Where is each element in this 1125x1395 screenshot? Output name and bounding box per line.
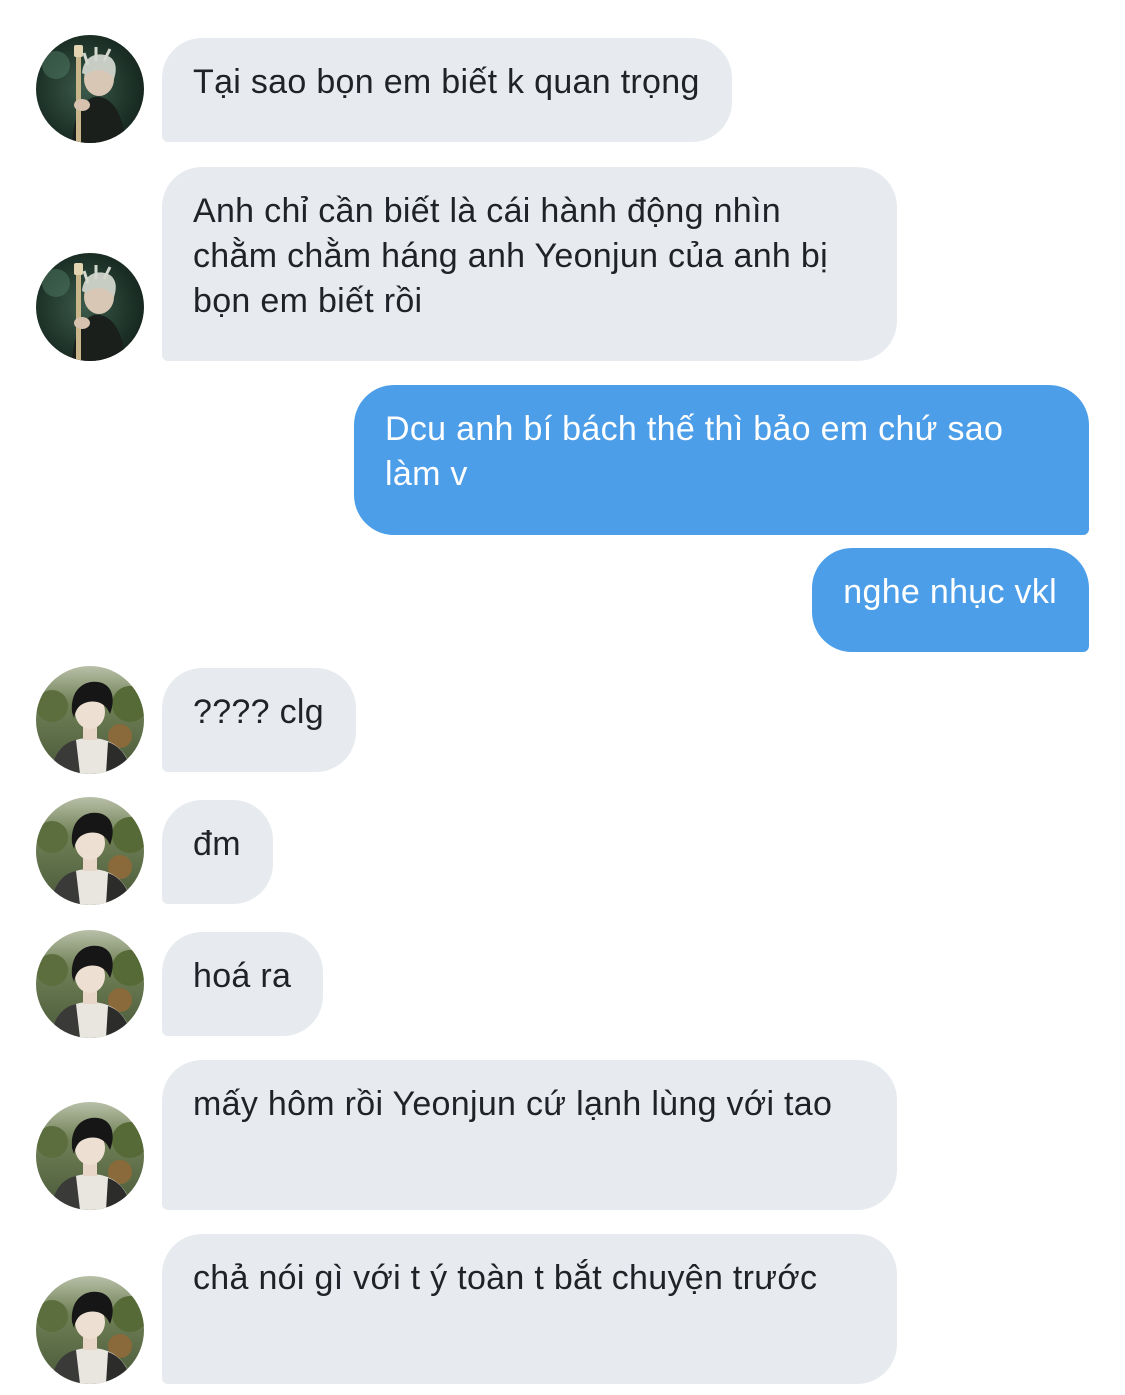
message-bubble-outgoing[interactable]: Dcu anh bí bách thế thì bảo em chứ sao l… <box>354 385 1089 535</box>
message-bubble-incoming[interactable]: hoá ra <box>162 932 324 1036</box>
avatar-portrait-icon <box>36 930 144 1038</box>
avatar[interactable] <box>36 797 144 905</box>
avatar-portrait-icon <box>36 1102 144 1210</box>
avatar-portrait-icon <box>36 666 144 774</box>
message-bubble-incoming[interactable]: Tại sao bọn em biết k quan trọng <box>162 38 732 142</box>
message-bubble-outgoing[interactable]: nghe nhục vkl <box>812 548 1089 652</box>
avatar-guitarist-icon <box>36 253 144 361</box>
avatar[interactable] <box>36 930 144 1038</box>
message-bubble-incoming[interactable]: đm <box>162 800 273 904</box>
avatar[interactable] <box>36 253 144 361</box>
message-bubble-incoming[interactable]: Anh chỉ cần biết là cái hành động nhìn c… <box>162 167 897 361</box>
avatar[interactable] <box>36 1276 144 1384</box>
avatar[interactable] <box>36 35 144 143</box>
avatar-portrait-icon <box>36 797 144 905</box>
avatar[interactable] <box>36 1102 144 1210</box>
message-bubble-incoming[interactable]: mấy hôm rồi Yeonjun cứ lạnh lùng với tao <box>162 1060 897 1210</box>
avatar-portrait-icon <box>36 1276 144 1384</box>
avatar-guitarist-icon <box>36 35 144 143</box>
message-bubble-incoming[interactable]: chả nói gì với t ý toàn t bắt chuyện trư… <box>162 1234 897 1384</box>
message-bubble-incoming[interactable]: ???? clg <box>162 668 356 772</box>
avatar[interactable] <box>36 666 144 774</box>
